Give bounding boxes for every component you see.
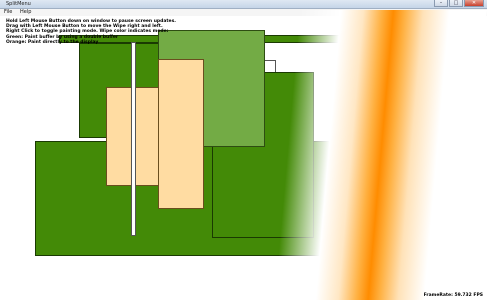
app-window: SplitMenu – □ ✕ File Help Hold Left Mous… [0, 0, 487, 300]
instruction-line: Right Click to toggle painting mode. Wip… [6, 29, 169, 35]
frame-rate-status: FrameRate: 59.732 FPS [423, 293, 483, 298]
window-controls: – □ ✕ [433, 0, 484, 7]
peach-rect-front [158, 59, 204, 209]
window-title: SplitMenu [6, 1, 31, 7]
close-button[interactable]: ✕ [464, 0, 484, 7]
white-vertical-bar [131, 42, 136, 236]
title-bar[interactable]: SplitMenu – □ ✕ [0, 0, 487, 9]
instructions-text: Hold Left Mouse Button down on window to… [6, 19, 176, 45]
wipe-gradient[interactable] [274, 10, 487, 300]
maximize-button[interactable]: □ [449, 0, 463, 7]
instruction-line: Orange: Paint directly to the display [6, 39, 99, 45]
menu-file[interactable]: File [4, 9, 12, 15]
menu-help[interactable]: Help [20, 9, 31, 15]
minimize-button[interactable]: – [434, 0, 448, 7]
